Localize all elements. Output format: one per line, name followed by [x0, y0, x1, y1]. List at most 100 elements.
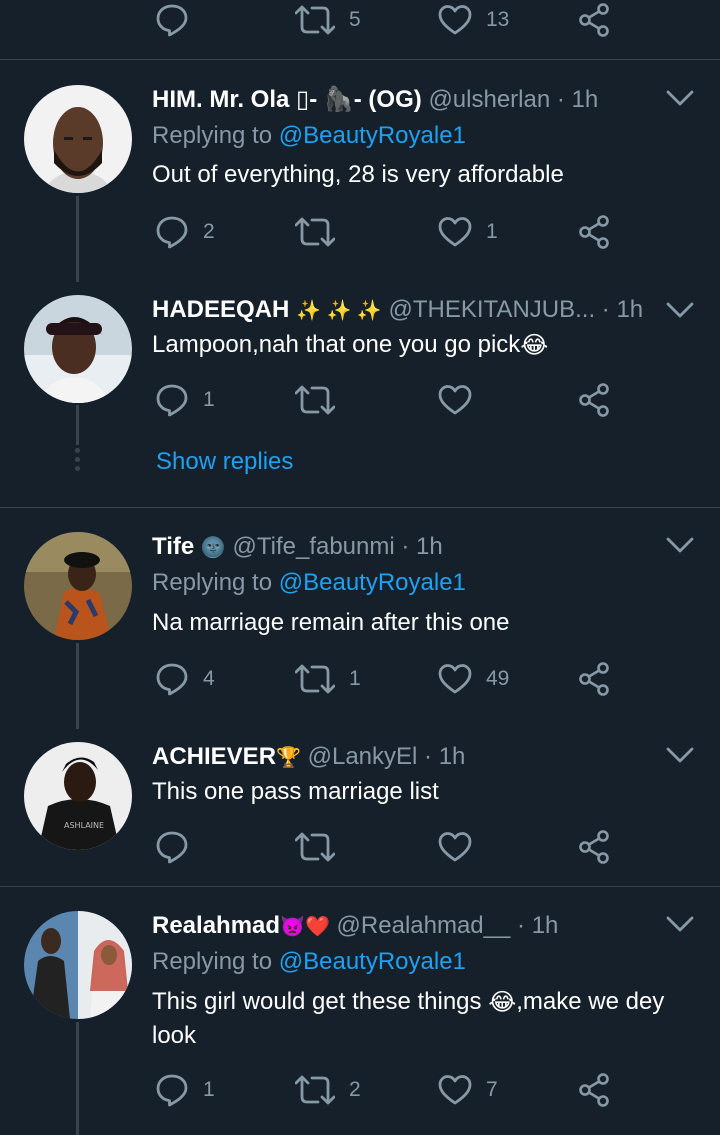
retweet-button[interactable]: 1: [295, 659, 361, 699]
reply-icon: [155, 215, 189, 249]
sparkles-emoji: ✨ ✨ ✨: [296, 299, 382, 322]
show-replies-link[interactable]: Show replies: [156, 448, 293, 476]
reply-count: 1: [203, 1078, 215, 1101]
tweet-header: Tife 🌚 @Tife_fabunmi · 1h: [152, 532, 443, 563]
avatar-image: [24, 85, 132, 193]
thread-dots: [75, 448, 81, 475]
timestamp[interactable]: · 1h: [517, 912, 558, 939]
share-button[interactable]: [578, 380, 612, 420]
thread-line: [76, 643, 79, 729]
retweet-button[interactable]: 5: [295, 0, 361, 40]
avatar-image: ASHLAINE: [24, 742, 132, 850]
share-button[interactable]: [578, 1070, 612, 1110]
avatar[interactable]: [24, 911, 132, 1019]
avatar[interactable]: [24, 295, 132, 403]
replying-to: Replying to @BeautyRoyale1: [152, 121, 466, 151]
chevron-down-icon[interactable]: [665, 88, 695, 108]
like-button[interactable]: 7: [438, 1070, 498, 1110]
like-button[interactable]: [438, 827, 472, 867]
user-handle[interactable]: @LankyEl: [308, 743, 418, 770]
avatar[interactable]: [24, 85, 132, 193]
display-name[interactable]: HIM. Mr. Ola ▯- 🦍- (OG): [152, 86, 422, 113]
like-button[interactable]: 1: [438, 212, 498, 252]
avatar[interactable]: ASHLAINE: [24, 742, 132, 850]
chevron-down-icon[interactable]: [665, 300, 695, 320]
display-name[interactable]: Tife: [152, 533, 194, 560]
avatar-image: [24, 911, 132, 1019]
retweet-button[interactable]: [295, 212, 335, 252]
tweet-text-part-1: This girl would get these things: [152, 988, 489, 1015]
timestamp[interactable]: · 1h: [557, 86, 598, 113]
reply-count: 2: [203, 220, 215, 243]
user-handle[interactable]: @Tife_fabunmi: [232, 533, 394, 560]
share-button[interactable]: [578, 212, 612, 252]
chevron-down-icon[interactable]: [665, 914, 695, 934]
divider: [0, 59, 720, 60]
timestamp[interactable]: · 1h: [424, 743, 465, 770]
heart-icon: [438, 1074, 472, 1106]
display-name[interactable]: HADEEQAH: [152, 296, 289, 323]
tweet-header: ACHIEVER🏆 @LankyEl · 1h: [152, 742, 465, 773]
retweet-icon: [295, 215, 335, 249]
display-name[interactable]: Realahmad: [152, 912, 280, 939]
share-icon: [578, 830, 612, 864]
reply-count: 1: [203, 388, 215, 411]
timestamp[interactable]: · 1h: [602, 296, 643, 323]
share-button[interactable]: [578, 659, 612, 699]
divider: [0, 507, 720, 508]
share-button[interactable]: [578, 0, 612, 40]
reply-button[interactable]: 1: [155, 1070, 215, 1110]
reply-button[interactable]: [155, 827, 189, 867]
reply-icon: [155, 3, 189, 37]
share-icon: [578, 3, 612, 37]
like-button[interactable]: 49: [438, 659, 509, 699]
display-name[interactable]: ACHIEVER: [152, 743, 276, 770]
retweet-button[interactable]: 2: [295, 1070, 361, 1110]
avatar-image: [24, 295, 132, 403]
mention-link[interactable]: @BeautyRoyale1: [279, 122, 466, 149]
like-button[interactable]: [438, 380, 472, 420]
heart-icon: [438, 216, 472, 248]
user-handle[interactable]: @Realahmad__: [337, 912, 511, 939]
retweet-count: 1: [349, 667, 361, 690]
divider: [0, 886, 720, 887]
like-button[interactable]: 13: [438, 0, 509, 40]
reply-button[interactable]: [155, 0, 189, 40]
retweet-icon: [295, 662, 335, 696]
tweet-text: This girl would get these things 😂,make …: [152, 985, 697, 1052]
mention-link[interactable]: @BeautyRoyale1: [279, 569, 466, 596]
timestamp[interactable]: · 1h: [401, 533, 442, 560]
avatar[interactable]: [24, 532, 132, 640]
tweet-header: Realahmad👿❤️ @Realahmad__ · 1h: [152, 911, 558, 942]
like-count: 13: [486, 8, 510, 31]
reply-icon: [155, 830, 189, 864]
thread-line: [76, 405, 79, 445]
trophy-emoji: 🏆: [276, 746, 301, 769]
replying-to-label: Replying to: [152, 569, 279, 596]
tweet-text: Out of everything, 28 is very affordable: [152, 161, 564, 188]
user-handle[interactable]: @THEKITANJUB...: [389, 296, 596, 323]
share-icon: [578, 662, 612, 696]
retweet-button[interactable]: [295, 827, 335, 867]
reply-button[interactable]: 4: [155, 659, 215, 699]
like-count: 7: [486, 1078, 498, 1101]
replying-to: Replying to @BeautyRoyale1: [152, 947, 466, 977]
share-button[interactable]: [578, 827, 612, 867]
share-icon: [578, 383, 612, 417]
user-handle[interactable]: @ulsherlan: [428, 86, 550, 113]
heart-icon: [438, 4, 472, 36]
heart-icon: [438, 384, 472, 416]
reply-button[interactable]: 2: [155, 212, 215, 252]
like-count: 49: [486, 667, 510, 690]
tweet-header: HADEEQAH ✨ ✨ ✨ @THEKITANJUB... · 1h: [152, 295, 643, 326]
chevron-down-icon[interactable]: [665, 745, 695, 765]
reply-count: 4: [203, 667, 215, 690]
avatar-image: [24, 532, 132, 640]
reply-button[interactable]: 1: [155, 380, 215, 420]
chevron-down-icon[interactable]: [665, 535, 695, 555]
svg-text:ASHLAINE: ASHLAINE: [64, 821, 104, 830]
moon-emoji: 🌚: [200, 536, 226, 559]
mention-link[interactable]: @BeautyRoyale1: [279, 948, 466, 975]
replying-to-label: Replying to: [152, 122, 279, 149]
retweet-button[interactable]: [295, 380, 335, 420]
